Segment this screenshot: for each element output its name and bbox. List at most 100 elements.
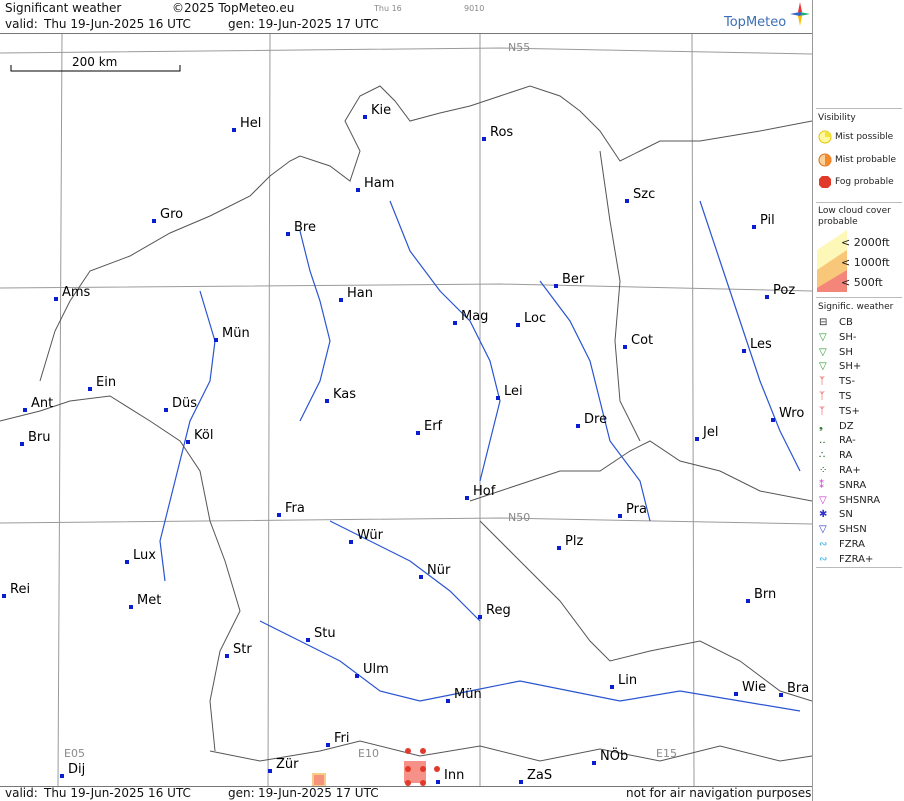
city-label: Bru: [28, 430, 51, 445]
city-marker: [363, 115, 367, 119]
city-label: Hof: [473, 484, 496, 499]
compass-star-icon: [790, 2, 810, 26]
city-marker: [325, 399, 329, 403]
wx-symbol-icon: ▽: [819, 331, 827, 343]
city-label: Met: [137, 593, 161, 608]
wx-symbol-icon: ∴: [819, 450, 826, 462]
city-marker: [623, 345, 627, 349]
city-marker: [416, 431, 420, 435]
grid-label-e15: E15: [656, 747, 677, 760]
city-label: Pra: [626, 502, 647, 517]
city-label: Mün: [454, 687, 482, 702]
valid-time: Thu 19-Jun-2025 16 UTC: [44, 17, 191, 31]
cloud-500-label: < 500ft: [841, 276, 883, 289]
city-marker: [20, 442, 24, 446]
gen-time: 19-Jun-2025 17 UTC: [258, 17, 379, 31]
wx-symbol-label: SH+: [839, 361, 862, 373]
lat-lon-grid: [0, 34, 812, 786]
city-marker: [60, 774, 64, 778]
city-label: Erf: [424, 419, 443, 434]
city-label: Ham: [364, 176, 394, 191]
mist-probable-icon: [818, 153, 832, 167]
cloud-2000-label: < 2000ft: [841, 236, 890, 249]
wx-symbol-icon: ᛉ: [819, 391, 825, 402]
city-label: Mün: [222, 326, 250, 341]
city-marker: [306, 638, 310, 642]
city-label: Jel: [702, 425, 718, 440]
city-marker: [554, 284, 558, 288]
run-code: 9010: [464, 4, 485, 13]
city-marker: [625, 199, 629, 203]
wx-symbol-label: RA: [839, 450, 853, 462]
city-markers: Hel Kie Ros Ham Szc Gro Bre Pil Ber Ams Han Poz Mag L…: [2, 103, 809, 784]
city-label: Str: [233, 642, 252, 657]
city-label: Plz: [565, 534, 583, 549]
city-label: Hel: [240, 116, 261, 131]
city-label: Lin: [618, 673, 637, 688]
city-marker: [592, 761, 596, 765]
city-marker: [23, 408, 27, 412]
cloud-title-1: Low cloud cover: [818, 206, 891, 216]
wx-symbol-label: TS-: [839, 376, 856, 388]
city-marker: [742, 349, 746, 353]
wx-symbol-label: SHSNRA: [839, 494, 881, 506]
wx-title: Signific. weather: [818, 302, 894, 312]
topmeteo-logo: TopMeteo: [724, 2, 812, 32]
city-label: Dre: [584, 412, 607, 427]
city-label: Fri: [334, 731, 350, 746]
fog-probable-icon: [819, 176, 831, 188]
city-label: ZaS: [527, 768, 552, 783]
city-label: Nür: [427, 563, 451, 578]
city-marker: [496, 396, 500, 400]
wx-symbol-icon: ▽: [819, 361, 827, 373]
city-marker: [695, 437, 699, 441]
city-label: Ein: [96, 375, 116, 390]
city-marker: [610, 685, 614, 689]
city-label: NÖb: [600, 747, 628, 764]
footer-gen-label: gen:: [228, 786, 255, 800]
wx-symbol-icon: ⁘: [819, 465, 828, 476]
wx-symbol-label: TS+: [839, 405, 860, 417]
scale-bar-label: 200 km: [72, 55, 117, 69]
grid-label-n55: N55: [508, 41, 530, 54]
city-marker: [734, 692, 738, 696]
city-marker: [326, 743, 330, 747]
city-label: Kas: [333, 387, 356, 402]
legend-panel: Visibility Mist possible Mist probable F…: [812, 0, 904, 801]
wx-symbol-icon: ▽: [819, 346, 827, 358]
wx-symbol-label: SH: [839, 346, 853, 358]
city-label: Ant: [31, 396, 53, 411]
chart-header: Significant weather ©2025 TopMeteo.eu Th…: [0, 0, 812, 33]
city-marker: [765, 295, 769, 299]
city-marker: [186, 440, 190, 444]
city-label: Brn: [754, 587, 776, 602]
city-marker: [436, 780, 440, 784]
city-marker: [356, 188, 360, 192]
city-label: Ulm: [363, 662, 389, 677]
footer-valid-time: Thu 19-Jun-2025 16 UTC: [44, 786, 191, 800]
city-label: Dij: [68, 762, 85, 777]
wx-symbol-label: TS: [839, 391, 852, 402]
city-label: Kie: [371, 103, 391, 118]
city-marker: [125, 560, 129, 564]
city-label: Wro: [779, 406, 804, 421]
city-label: Bra: [787, 681, 809, 696]
city-label: Lux: [133, 548, 156, 563]
wx-symbol-label: FZRA+: [839, 553, 874, 565]
city-label: Gro: [160, 207, 183, 222]
city-label: Düs: [172, 396, 197, 411]
city-marker: [576, 424, 580, 428]
scale-bar: 200 km: [10, 55, 181, 72]
city-label: Pil: [760, 213, 775, 228]
wx-symbol-label: SHSN: [839, 524, 867, 536]
city-label: Poz: [773, 283, 795, 298]
wx-symbol-icon: ▽: [819, 524, 827, 536]
city-marker: [746, 599, 750, 603]
city-marker: [339, 298, 343, 302]
wx-symbol-icon: ▽: [819, 494, 827, 506]
footer-valid-label: valid:: [5, 786, 38, 800]
weather-map[interactable]: 200 km N55 N50 E05 E10 E15 Hel Kie Ros Ham S…: [0, 33, 812, 787]
copyright: ©2025 TopMeteo.eu: [172, 1, 295, 15]
city-marker: [516, 323, 520, 327]
coastlines-borders: [0, 85, 812, 762]
